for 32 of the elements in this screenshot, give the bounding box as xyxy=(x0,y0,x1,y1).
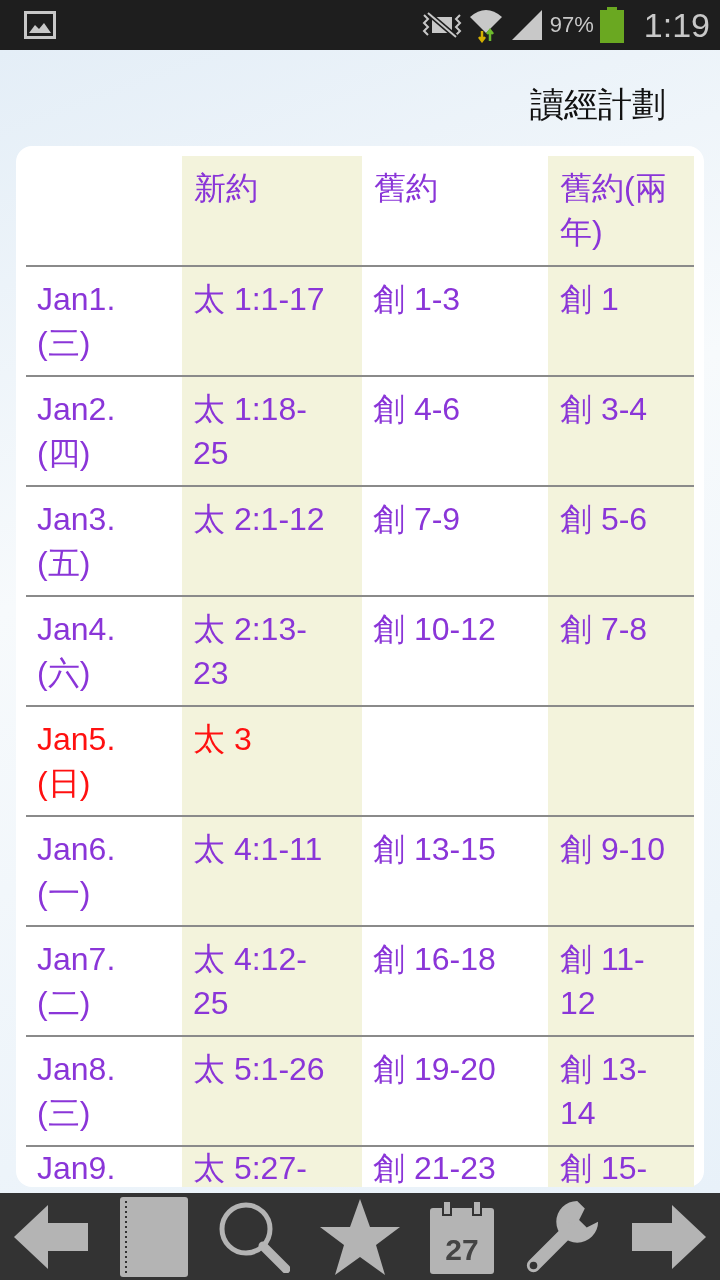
reading-cell: 太 4:12-25 xyxy=(182,926,362,1036)
reading-cell: 太 3 xyxy=(182,706,362,816)
reading-cell: 創 9-10 xyxy=(548,816,694,926)
star-icon[interactable] xyxy=(320,1198,400,1275)
search-icon[interactable] xyxy=(218,1200,290,1273)
battery-icon xyxy=(599,7,624,43)
reading-cell: 太 1:18-25 xyxy=(182,376,362,486)
reading-cell: 創 3-4 xyxy=(548,376,694,486)
forward-arrow-icon[interactable] xyxy=(630,1204,706,1269)
reading-cell: 太 1:1-17 xyxy=(182,266,362,376)
battery-percent: 97% xyxy=(549,12,594,38)
reading-cell: 太 5:1-26 xyxy=(182,1036,362,1146)
reading-cell: 太 5:27- xyxy=(182,1146,362,1187)
wrench-icon[interactable] xyxy=(524,1198,600,1275)
page-title: 讀經計劃 xyxy=(530,84,666,124)
column-header: 新約 xyxy=(182,156,362,266)
column-header: 舊約 xyxy=(362,156,548,266)
reading-cell: 太 2:1-12 xyxy=(182,486,362,596)
back-arrow-icon[interactable] xyxy=(14,1204,90,1269)
reading-cell: 太 4:1-11 xyxy=(182,816,362,926)
reading-cell: 創 13-14 xyxy=(548,1036,694,1146)
reading-cell: 創 1 xyxy=(548,266,694,376)
notebook-icon[interactable] xyxy=(120,1196,188,1277)
clock-time: 1:19 xyxy=(643,5,710,45)
reading-cell: 創 7-8 xyxy=(548,596,694,706)
reading-cell: 創 5-6 xyxy=(548,486,694,596)
vibrate-off-icon xyxy=(421,11,462,39)
picture-icon xyxy=(24,11,56,39)
reading-cell: 創 11-12 xyxy=(548,926,694,1036)
reading-cell: 太 2:13-23 xyxy=(182,596,362,706)
reading-cell: 創 15- xyxy=(548,1146,694,1187)
column-header: 舊約(兩年) xyxy=(548,156,694,266)
